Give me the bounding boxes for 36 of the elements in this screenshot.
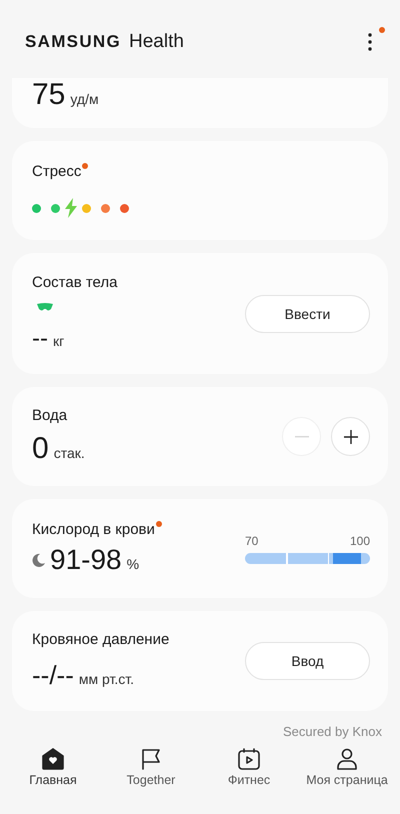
scale-min-label: 70 bbox=[245, 534, 258, 548]
unit-text: уд/м bbox=[70, 91, 99, 107]
plus-button[interactable] bbox=[331, 417, 370, 456]
nav-tab[interactable]: Моя страница bbox=[298, 748, 396, 806]
value-text: --/-- bbox=[32, 660, 74, 691]
nav-tab[interactable]: Together bbox=[102, 748, 200, 806]
unit-text: % bbox=[126, 556, 140, 572]
person-icon bbox=[335, 748, 359, 770]
calendar-play-icon bbox=[237, 748, 261, 770]
moon-icon bbox=[32, 553, 46, 567]
card-title: Стресс bbox=[32, 163, 82, 180]
more-icon bbox=[368, 33, 372, 51]
brand-logo: SAMSUNG bbox=[25, 32, 121, 52]
minus-icon bbox=[294, 436, 308, 438]
card-title: Кислород в крови bbox=[32, 521, 155, 538]
body-fat-icon bbox=[36, 303, 54, 313]
card-title: Кровяное давление bbox=[32, 631, 170, 648]
unit-text: кг bbox=[52, 333, 64, 349]
unit-text: стак. bbox=[54, 445, 85, 461]
value-text: 75 bbox=[32, 78, 66, 112]
unit-text: мм рт.ст. bbox=[78, 671, 134, 687]
flag-icon bbox=[139, 748, 163, 770]
home-icon bbox=[41, 748, 65, 770]
scale-max-label: 100 bbox=[350, 534, 370, 548]
app-title: Health bbox=[129, 31, 184, 53]
nav-tab[interactable]: Фитнес bbox=[200, 748, 298, 806]
plus-icon bbox=[344, 430, 358, 444]
enter-button[interactable]: Ввести bbox=[245, 294, 370, 332]
nav-tab[interactable]: Главная bbox=[4, 748, 102, 806]
value-text: -- bbox=[32, 325, 48, 353]
value-text: 91-98 bbox=[50, 544, 122, 576]
card-title: Вода bbox=[32, 407, 68, 424]
value-text: 0 bbox=[32, 432, 49, 466]
card-title: Состав тела bbox=[32, 274, 118, 291]
input-button[interactable]: Ввод bbox=[245, 642, 370, 680]
security-note: Secured by Knox bbox=[282, 724, 382, 739]
